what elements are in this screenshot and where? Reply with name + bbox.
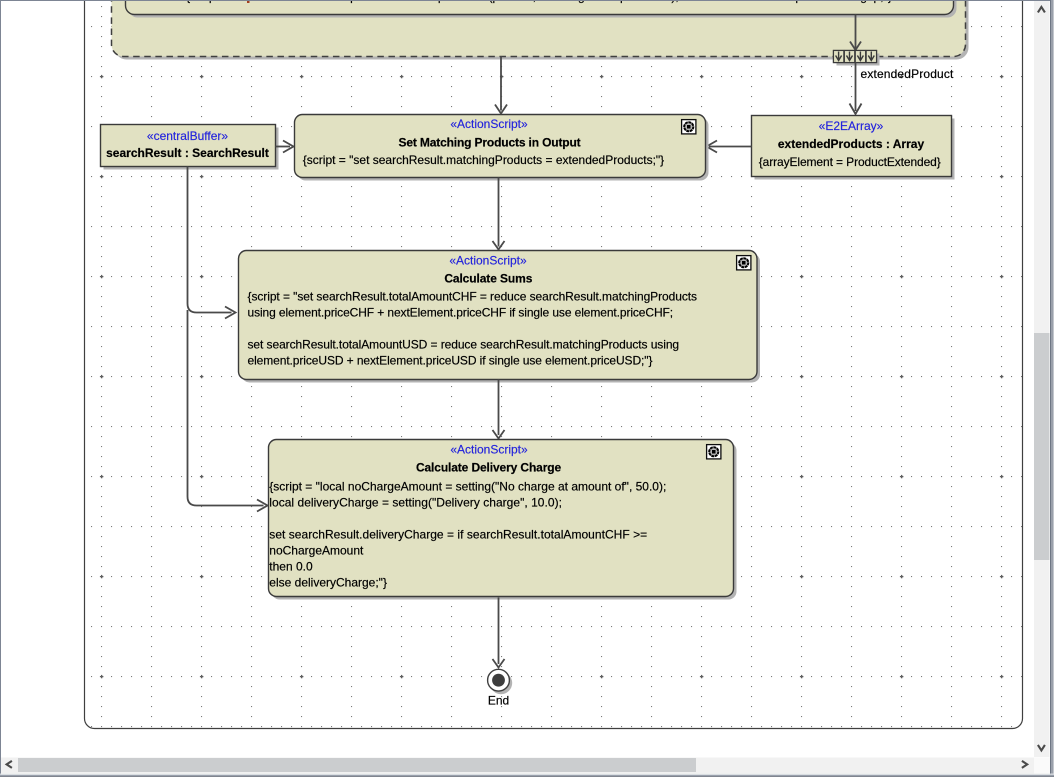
svg-text:End: End [488, 694, 509, 708]
svg-text:«E2EArray»: «E2EArray» [819, 119, 884, 133]
svg-text:Set Matching Products in Outpu: Set Matching Products in Output [398, 136, 580, 150]
svg-text:«ActionScript»: «ActionScript» [450, 117, 528, 131]
svg-text:set searchResult.totalAmountUS: set searchResult.totalAmountUSD = reduce… [248, 338, 680, 352]
svg-text:noChargeAmount: noChargeAmount [269, 544, 364, 558]
svg-text:{script = "local noChargeAmoun: {script = "local noChargeAmount = settin… [269, 480, 666, 494]
svg-text:searchResult : SearchResult: searchResult : SearchResult [106, 146, 269, 160]
svg-text:«ActionScript»: «ActionScript» [449, 254, 527, 268]
svg-text:extendedProduct: extendedProduct [861, 67, 954, 81]
svg-text:«centralBuffer»: «centralBuffer» [147, 129, 228, 143]
svg-text:element.priceUSD + nextElement: element.priceUSD + nextElement.priceUSD … [248, 354, 653, 368]
svg-text:Calculate Delivery Charge: Calculate Delivery Charge [416, 461, 562, 475]
svg-text:set searchResult.deliveryCharg: set searchResult.deliveryCharge = if sea… [269, 528, 647, 542]
svg-text:{script = "set searchResult.to: {script = "set searchResult.totalAmountC… [248, 290, 698, 304]
svg-text:then 0.0: then 0.0 [269, 560, 313, 574]
svg-text:«ActionScript»: «ActionScript» [450, 443, 528, 457]
svg-text:using element.priceCHF + nextE: using element.priceCHF + nextElement.pri… [248, 306, 673, 320]
svg-text:local deliveryCharge = setting: local deliveryCharge = setting("Delivery… [269, 496, 562, 510]
svg-text:{arrayElement = ProductExtende: {arrayElement = ProductExtended} [759, 155, 941, 169]
svg-text:Calculate Sums: Calculate Sums [444, 272, 532, 286]
svg-text:else deliveryCharge;"}: else deliveryCharge;"} [269, 576, 387, 590]
svg-text:extendedProducts : Array: extendedProducts : Array [778, 137, 925, 151]
svg-text:{script = "set searchResult.ma: {script = "set searchResult.matchingProd… [303, 153, 664, 167]
